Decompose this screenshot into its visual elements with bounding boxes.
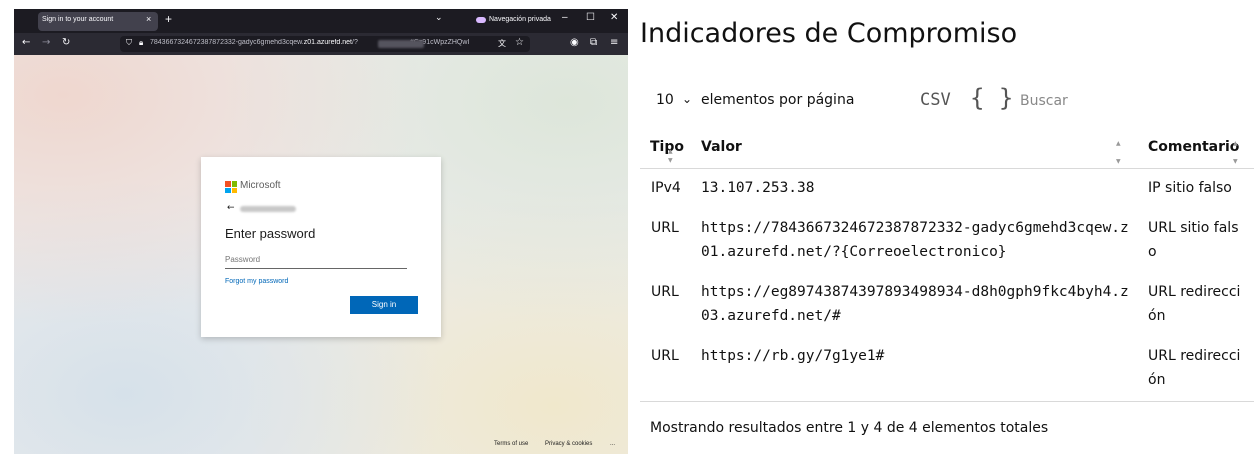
minimize-icon[interactable]: – [562, 12, 568, 23]
page-title: Indicadores de Compromiso [640, 18, 1018, 49]
table-row-tipo: IPv4 [651, 180, 681, 196]
account-icon[interactable]: ◉ [570, 37, 579, 48]
arrow-right-icon[interactable]: → [42, 37, 50, 48]
redacted-email [240, 206, 296, 212]
footer-divider [640, 401, 1254, 402]
extensions-icon[interactable]: ⧉ [590, 37, 597, 48]
table-row-comentario: URL sitio falso [1148, 220, 1239, 260]
chevron-down-icon[interactable]: ⌄ [435, 13, 443, 23]
phishing-screenshot: Sign in to your account × + ⌄ Navegación… [14, 9, 628, 454]
redacted-url-segment [378, 40, 424, 48]
url-bar[interactable]: ⛉ 🔒︎ 7843667324672387872332-gadyc6gmehd3… [120, 36, 530, 52]
more-options-icon[interactable]: ... [610, 441, 615, 447]
table-row-tipo: URL [651, 220, 679, 236]
sort-icon[interactable]: ▲ ▼ [1116, 139, 1121, 166]
column-header-comentario[interactable]: Comentario [1148, 139, 1239, 155]
table-row-valor: https://rb.gy/7g1ye1# [701, 348, 885, 364]
close-window-icon[interactable]: ✕ [610, 12, 618, 23]
private-browsing-label: Navegación privada [489, 16, 551, 23]
table-row-comentario: IP sitio falso [1148, 180, 1232, 196]
translate-icon[interactable]: 文 [498, 38, 506, 49]
header-divider [640, 168, 1254, 169]
login-card: Microsoft ← Enter password Forgot my pas… [201, 157, 441, 337]
lock-icon[interactable]: 🔒︎ [139, 38, 143, 48]
new-tab-icon[interactable]: + [165, 12, 172, 26]
column-header-tipo[interactable]: Tipo [650, 139, 684, 155]
forgot-password-link[interactable]: Forgot my password [225, 278, 288, 285]
browser-tab[interactable]: Sign in to your account × [38, 12, 158, 31]
results-summary: Mostrando resultados entre 1 y 4 de 4 el… [650, 420, 1049, 436]
search-input[interactable] [1016, 90, 1144, 112]
page-size-label: elementos por página [701, 92, 855, 108]
back-arrow-icon[interactable]: ← [227, 203, 235, 213]
url-text: 7843667324672387872332-gadyc6gmehd3cqew.… [150, 39, 470, 46]
shield-icon[interactable]: ⛉ [126, 38, 132, 48]
table-row-valor: 13.107.253.38 [701, 180, 815, 196]
login-title: Enter password [225, 226, 316, 241]
page-viewport: Microsoft ← Enter password Forgot my pas… [14, 55, 628, 454]
privacy-link[interactable]: Privacy & cookies [545, 441, 592, 447]
table-row-tipo: URL [651, 348, 679, 364]
private-mask-icon [476, 17, 486, 23]
json-export-button[interactable]: { } [970, 84, 1013, 112]
table-row-valor: https://7843667324672387872332-gadyc6gme… [701, 220, 1129, 260]
password-field[interactable] [225, 250, 407, 269]
sign-in-button[interactable]: Sign in [350, 296, 418, 314]
sort-icon[interactable]: ▲ ▼ [668, 147, 673, 165]
browser-nav-bar: ← → ↻ ⛉ 🔒︎ 7843667324672387872332-gadyc6… [14, 33, 628, 55]
table-row-comentario: URL redirección [1148, 284, 1241, 324]
column-header-valor[interactable]: Valor [701, 139, 742, 155]
close-tab-icon[interactable]: × [146, 14, 151, 24]
menu-icon[interactable]: ≡ [610, 37, 618, 48]
table-row-comentario: URL redirección [1148, 348, 1241, 388]
table-row-tipo: URL [651, 284, 679, 300]
csv-export-button[interactable]: CSV [920, 90, 951, 110]
arrow-left-icon[interactable]: ← [22, 37, 30, 48]
table-row-valor: https://eg89743874397893498934-d8h0gph9f… [701, 284, 1129, 324]
bookmark-star-icon[interactable]: ☆ [515, 37, 524, 48]
sort-icon[interactable]: ▲ ▼ [1233, 139, 1238, 166]
brand-name: Microsoft [240, 180, 281, 191]
terms-link[interactable]: Terms of use [494, 441, 528, 447]
microsoft-logo-icon [225, 181, 237, 193]
page-size-select[interactable]: 10 [656, 92, 674, 108]
browser-tab-bar: Sign in to your account × + ⌄ Navegación… [14, 9, 628, 33]
chevron-down-icon[interactable]: ⌄ [682, 92, 692, 106]
maximize-icon[interactable]: ☐ [586, 12, 595, 23]
reload-icon[interactable]: ↻ [62, 37, 70, 48]
tab-title: Sign in to your account [42, 16, 114, 23]
